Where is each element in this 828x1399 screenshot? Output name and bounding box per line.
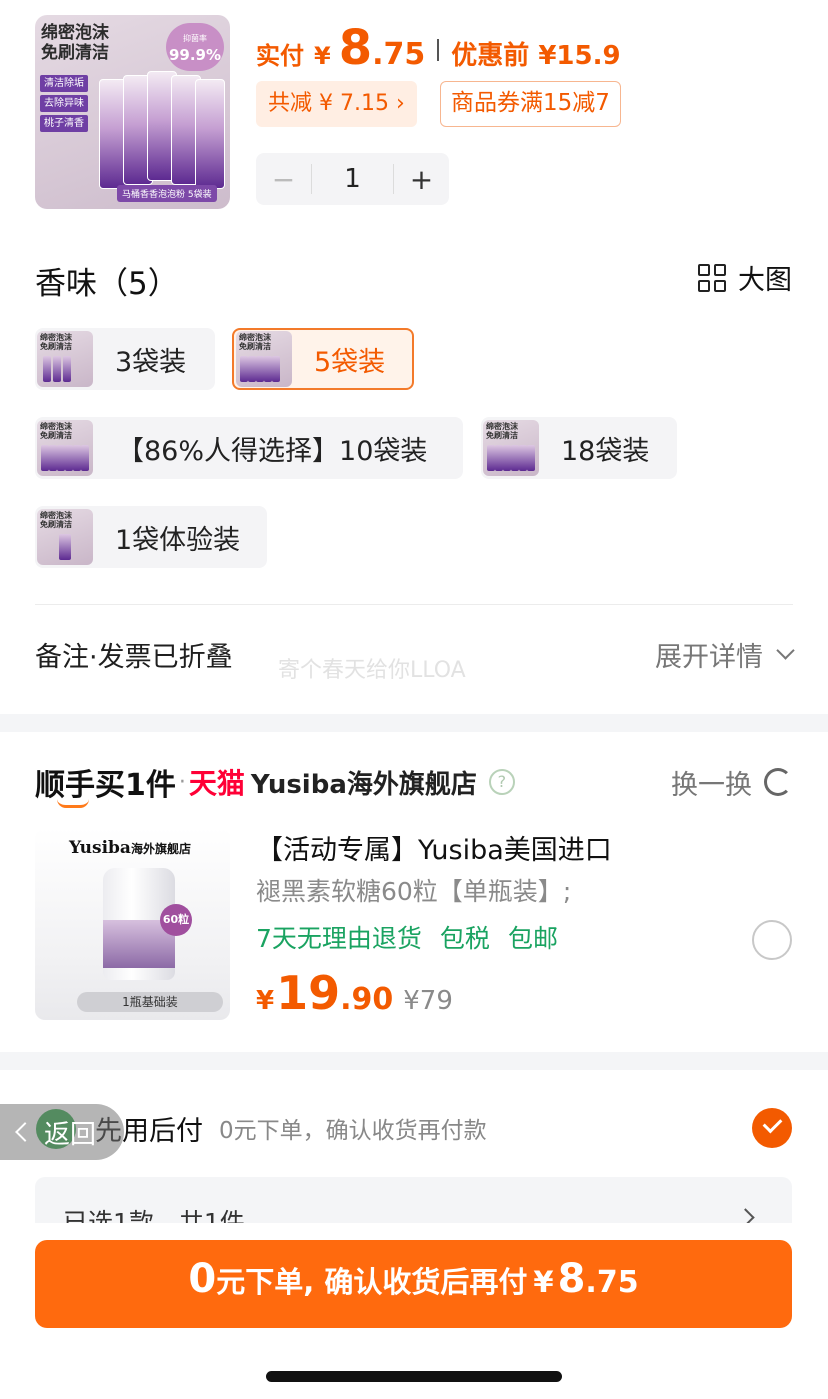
grid-icon xyxy=(698,263,726,292)
thumb-caption: 马桶香香泡泡粉 5袋装 xyxy=(117,185,217,202)
price-decimal: .75 xyxy=(372,37,426,72)
option-1-bag-trial[interactable]: 绵密泡沫 免刷清洁 1袋体验装 xyxy=(35,506,267,568)
pay-later-desc: 0元下单，确认收货再付款 xyxy=(219,1118,487,1144)
chevron-right-icon xyxy=(736,1208,755,1223)
recommend-price: ¥ 19 .90 ¥79 xyxy=(256,966,453,1020)
option-label: 1袋体验装 xyxy=(115,524,241,556)
swap-button[interactable]: 换一换 xyxy=(671,763,792,802)
smooth-buy-header: 顺手买1件 · 天猫 Yusiba海外旗舰店 ? 换一换 xyxy=(35,760,792,808)
separator-dot: · xyxy=(178,769,186,795)
price-row: 实付 ¥ 8 .75 优惠前 ¥15.9 xyxy=(256,20,621,80)
thumb-chip-3: 桃子清香 xyxy=(40,115,88,132)
help-icon[interactable]: ? xyxy=(488,769,515,795)
thumb-headline: 绵密泡沫 免刷清洁 xyxy=(41,23,109,63)
tag-return: 7天无理由退货 xyxy=(256,924,422,953)
home-indicator[interactable] xyxy=(266,1371,562,1382)
thumb-chip-2: 去除异味 xyxy=(40,95,88,112)
option-thumbnail: 绵密泡沫 免刷清洁 xyxy=(483,420,539,476)
option-label: 5袋装 xyxy=(314,346,386,378)
recommend-subtitle: 褪黑素软糖60粒【单瓶装】; xyxy=(256,877,572,906)
scent-title: 香味（5） xyxy=(35,266,179,302)
option-thumbnail: 绵密泡沫 免刷清洁 xyxy=(37,420,93,476)
tag-tax: 包税 xyxy=(439,924,490,953)
option-5-bags[interactable]: 绵密泡沫 免刷清洁 5袋装 xyxy=(232,328,414,390)
smile-icon xyxy=(57,799,89,808)
cta-text: 元下单, 确认收货后再付 xyxy=(216,1265,528,1299)
note-invoice-label: 备注·发票已折叠 xyxy=(35,641,233,673)
thumb-percent: 99.9% xyxy=(168,46,222,64)
option-label: 【86%人得选择】10袋装 xyxy=(117,435,428,467)
section-gap xyxy=(0,714,828,732)
chevron-down-icon xyxy=(776,640,795,660)
option-10-bags[interactable]: 绵密泡沫 免刷清洁 【86%人得选择】10袋装 xyxy=(35,417,463,479)
rec-price-int: 19 xyxy=(276,966,341,1020)
thumb-chip-1: 清洁除垢 xyxy=(40,75,88,92)
tmall-logo: 天猫 xyxy=(188,767,245,800)
price-separator xyxy=(437,39,440,61)
rec-brand: Yusiba海外旗舰店 xyxy=(69,838,191,858)
price-integer: 8 xyxy=(338,20,373,76)
rec-price-dec: .90 xyxy=(340,982,394,1017)
refresh-icon xyxy=(764,768,792,796)
selected-summary[interactable]: 已选1款 共1件 xyxy=(35,1177,792,1223)
currency-symbol: ¥ xyxy=(314,42,331,70)
selected-summary-text: 已选1款 共1件 xyxy=(63,1208,245,1223)
cta-price-dec: .75 xyxy=(585,1265,639,1300)
tag-shipping: 包邮 xyxy=(507,924,558,953)
discount-total-tag[interactable]: 共减 ¥ 7.15 › xyxy=(256,81,417,127)
swap-label: 换一换 xyxy=(671,769,752,801)
decrease-button[interactable]: − xyxy=(256,163,311,196)
quantity-value[interactable]: 1 xyxy=(311,164,394,194)
coupon-tag[interactable]: 商品券满15减7 xyxy=(440,81,621,127)
big-image-label: 大图 xyxy=(738,265,792,296)
cta-price-int: 8 xyxy=(557,1256,586,1302)
spec-pill: 1瓶基础装 xyxy=(77,992,223,1012)
option-label: 18袋装 xyxy=(561,435,650,467)
recommend-tags: 7天无理由退货 包税 包邮 xyxy=(256,919,576,955)
option-label: 3袋装 xyxy=(115,346,187,378)
option-thumbnail: 绵密泡沫 免刷清洁 xyxy=(37,509,93,565)
watermark: 寄个春天给你LLOA xyxy=(278,658,466,683)
original-price: 优惠前 ¥15.9 xyxy=(451,41,621,71)
select-radio[interactable] xyxy=(752,920,792,960)
thumb-percent-badge: 抑菌率 99.9% xyxy=(166,23,224,71)
count-badge: 60粒 xyxy=(160,904,192,936)
option-thumbnail: 绵密泡沫 免刷清洁 xyxy=(37,331,93,387)
rec-original-price: ¥79 xyxy=(403,986,453,1016)
back-label: 返回 xyxy=(44,1119,97,1150)
expand-details-label: 展开详情 xyxy=(655,641,763,673)
option-3-bags[interactable]: 绵密泡沫 免刷清洁 3袋装 xyxy=(35,328,215,390)
smooth-buy-logo: 顺手买1件 xyxy=(35,760,176,808)
cta-zero: 0 xyxy=(188,1256,217,1302)
option-18-bags[interactable]: 绵密泡沫 免刷清洁 18袋装 xyxy=(481,417,677,479)
recommend-title[interactable]: 【活动专属】Yusiba美国进口 xyxy=(256,828,612,867)
divider xyxy=(35,604,793,605)
section-gap xyxy=(0,1052,828,1070)
recommend-product-image[interactable]: Yusiba海外旗舰店 60粒 1瓶基础装 xyxy=(35,828,230,1020)
product-bags-image xyxy=(99,71,225,189)
back-button[interactable]: 返回 xyxy=(0,1104,124,1160)
increase-button[interactable]: + xyxy=(394,163,449,196)
store-name[interactable]: Yusiba海外旗舰店 xyxy=(251,764,477,801)
cta-currency: ¥ xyxy=(533,1265,554,1299)
checked-icon[interactable] xyxy=(752,1108,792,1148)
actual-price-label: 实付 xyxy=(256,42,304,70)
option-thumbnail: 绵密泡沫 免刷清洁 xyxy=(236,331,292,387)
product-thumbnail[interactable]: 绵密泡沫 免刷清洁 抑菌率 99.9% 清洁除垢 去除异味 桃子清香 马桶香香泡… xyxy=(35,15,230,209)
thumb-percent-caption: 抑菌率 xyxy=(183,34,207,43)
back-arrow-icon xyxy=(15,1122,35,1142)
rec-currency: ¥ xyxy=(256,986,275,1016)
quantity-stepper: − 1 + xyxy=(256,153,449,205)
pay-later-row[interactable]: 先用后付 0元下单，确认收货再付款 xyxy=(35,1106,792,1150)
big-image-toggle[interactable]: 大图 xyxy=(698,258,792,297)
submit-order-button[interactable]: 0 元下单, 确认收货后再付 ¥ 8 .75 xyxy=(35,1240,792,1328)
expand-details[interactable]: 展开详情 xyxy=(655,635,795,674)
